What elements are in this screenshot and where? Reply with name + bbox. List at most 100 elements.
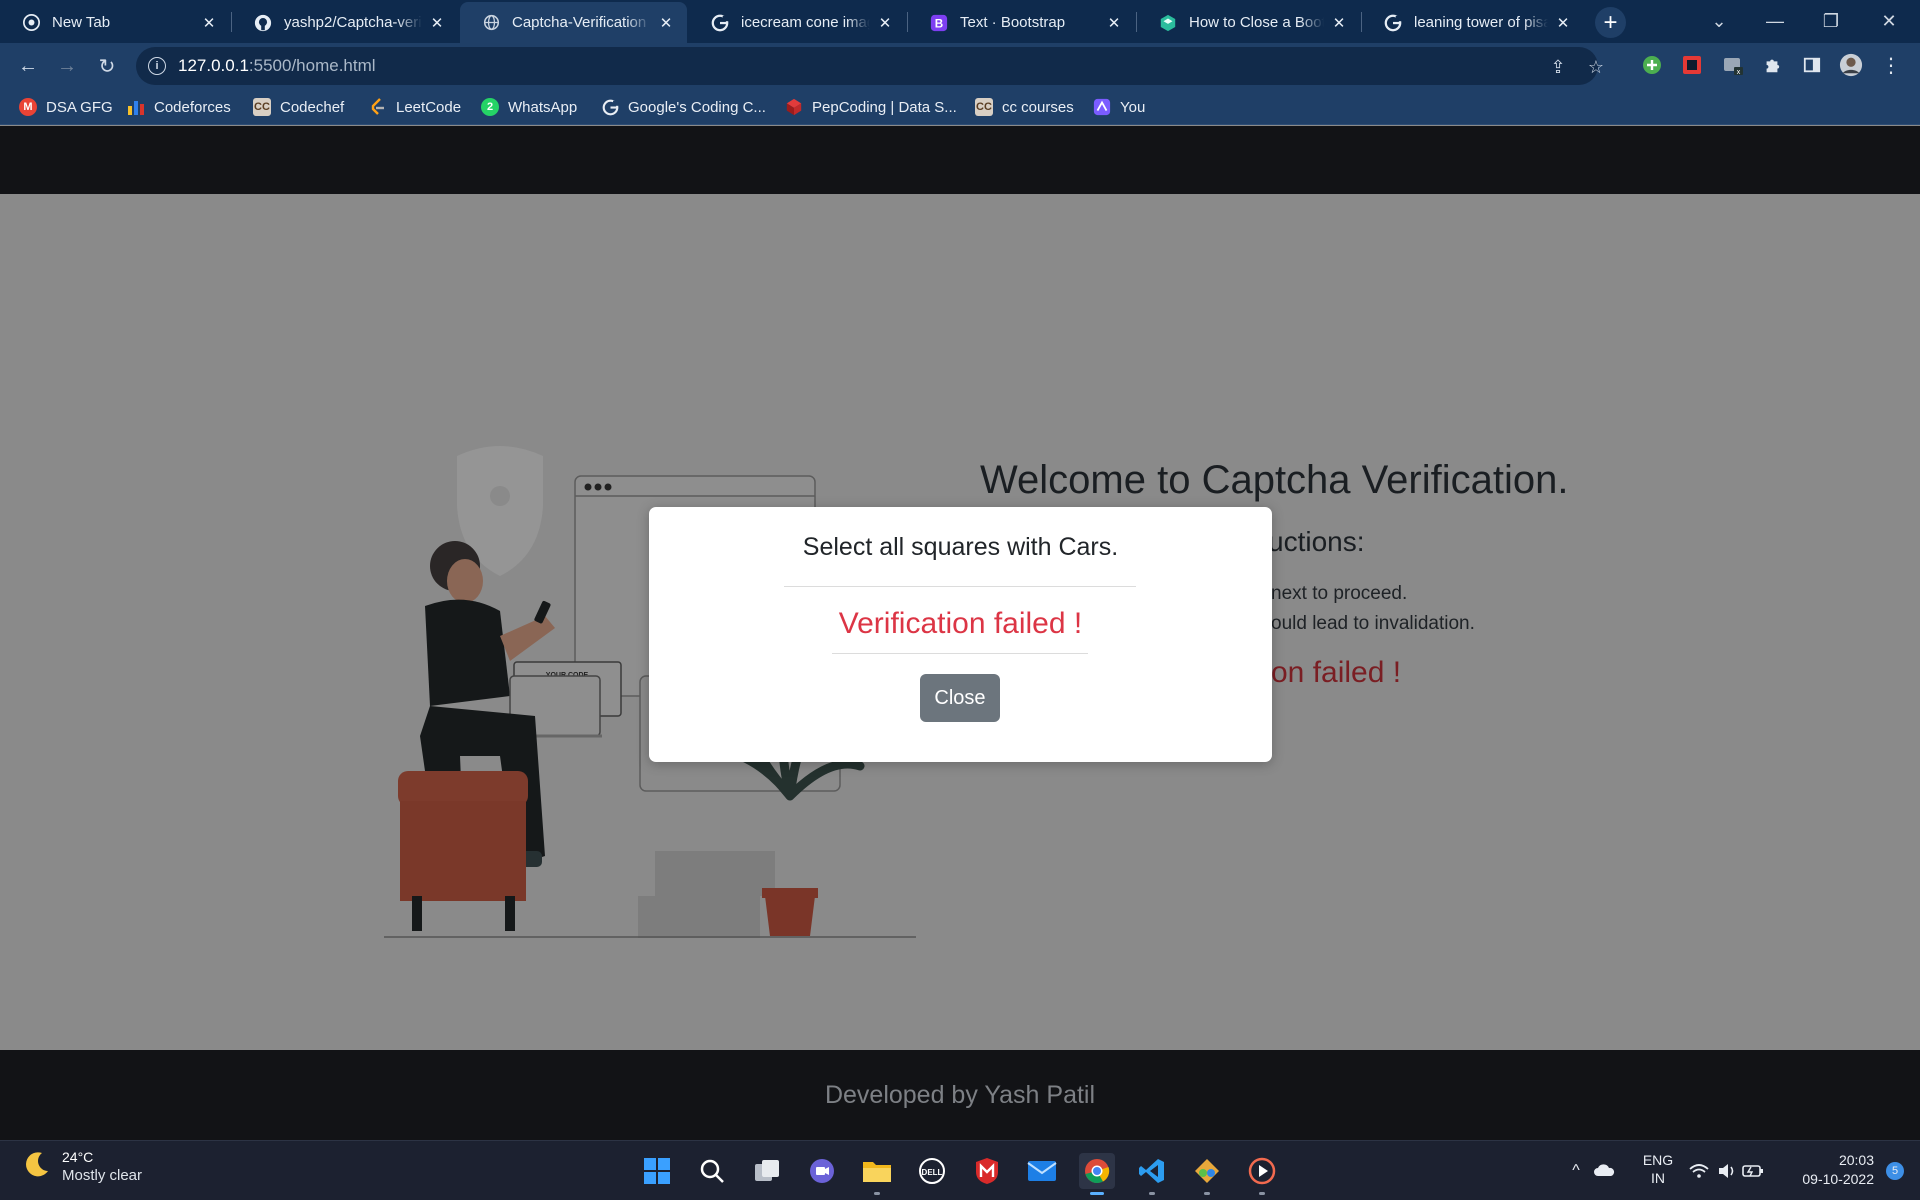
chrome-taskbar-button[interactable] <box>1079 1153 1115 1195</box>
info-icon[interactable]: i <box>148 57 166 75</box>
tab-icecream[interactable]: icecream cone images ✕ <box>689 2 906 43</box>
bookmark-label: cc courses <box>1002 98 1074 116</box>
play-icon <box>1248 1157 1276 1185</box>
clock-time: 20:03 <box>1838 1152 1874 1168</box>
forward-button[interactable]: → <box>51 50 83 82</box>
running-indicator <box>874 1192 880 1195</box>
bookmark-leetcode[interactable]: LeetCode <box>369 96 461 118</box>
start-button[interactable] <box>639 1153 675 1189</box>
reload-button[interactable]: ↻ <box>91 50 123 82</box>
tab-title: yashp2/Captcha-verification <box>284 14 422 31</box>
region-code: IN <box>1651 1170 1665 1186</box>
leetcode-icon <box>369 98 387 116</box>
mcafee-button[interactable] <box>969 1153 1005 1189</box>
onedrive-icon[interactable] <box>1592 1159 1616 1181</box>
weather-widget[interactable]: 24°C Mostly clear <box>22 1149 142 1184</box>
clock[interactable]: 20:03 09-10-2022 <box>1778 1151 1874 1189</box>
bookmark-label: DSA GFG <box>46 98 113 116</box>
close-icon[interactable]: ✕ <box>657 14 675 32</box>
svg-text:B: B <box>935 17 943 30</box>
chat-icon <box>810 1159 834 1183</box>
vscode-button[interactable] <box>1134 1153 1170 1195</box>
close-icon[interactable]: ✕ <box>1554 14 1572 32</box>
tab-search-button[interactable]: ⌄ <box>1696 6 1742 36</box>
language-indicator[interactable]: ENG IN <box>1638 1151 1678 1187</box>
avatar[interactable] <box>1839 53 1863 77</box>
bookmark-whatsapp[interactable]: 2 WhatsApp <box>481 96 577 118</box>
search-icon <box>700 1159 724 1183</box>
tab-title: Captcha-Verification <box>512 14 647 31</box>
minimize-icon: — <box>1766 10 1784 31</box>
tab-title: leaning tower of pisa <box>1414 14 1548 31</box>
media-player-button[interactable] <box>1244 1153 1280 1195</box>
chevron-up-icon[interactable]: ^ <box>1566 1161 1586 1181</box>
dell-app-button[interactable]: DELL <box>914 1153 950 1189</box>
menu-kebab-icon[interactable]: ⋮ <box>1879 53 1903 77</box>
captcha-modal: Select all squares with Cars. Verificati… <box>649 507 1272 762</box>
wifi-icon[interactable] <box>1688 1160 1710 1182</box>
close-icon[interactable]: ✕ <box>200 14 218 32</box>
verification-result: Verification failed ! <box>838 607 1083 640</box>
bookmark-codeforces[interactable]: Codeforces <box>127 96 231 118</box>
extension-pdf-icon[interactable] <box>1680 53 1704 77</box>
bookmark-cc-courses[interactable]: CC cc courses <box>975 96 1074 118</box>
mail-button[interactable] <box>1024 1153 1060 1189</box>
close-icon[interactable]: ✕ <box>1105 14 1123 32</box>
language-code: ENG <box>1642 1152 1674 1168</box>
search-button[interactable] <box>694 1153 730 1189</box>
extension-tabs-icon[interactable]: x <box>1721 53 1745 77</box>
running-indicator <box>1259 1192 1265 1195</box>
bookmark-pepcoding[interactable]: PepCoding | Data S... <box>785 96 957 118</box>
footer-credit: Developed by Yash Patil <box>824 1080 1096 1109</box>
battery-icon[interactable] <box>1742 1160 1764 1182</box>
bookmark-google-coding[interactable]: Google's Coding C... <box>601 96 766 118</box>
back-button[interactable]: ← <box>12 50 44 82</box>
instruction-line: ould lead to invalidation. <box>1271 613 1475 634</box>
close-icon[interactable]: ✕ <box>428 14 446 32</box>
notification-badge[interactable]: 5 <box>1886 1162 1904 1180</box>
share-icon[interactable]: ⇪ <box>1548 57 1568 77</box>
snipping-tool-button[interactable] <box>1189 1153 1225 1195</box>
running-indicator <box>1204 1192 1210 1195</box>
instruction-line: next to proceed. <box>1271 583 1408 604</box>
teams-chat-button[interactable] <box>804 1153 840 1189</box>
chevron-down-icon: ⌄ <box>1711 10 1727 31</box>
tab-captcha-verification[interactable]: Captcha-Verification ✕ <box>460 2 687 43</box>
close-button[interactable]: Close <box>920 674 1000 722</box>
tab-title: New Tab <box>52 14 111 31</box>
side-panel-icon[interactable] <box>1800 53 1824 77</box>
site-footer: Developed by Yash Patil <box>0 1050 1920 1140</box>
close-icon[interactable]: ✕ <box>1330 14 1348 32</box>
extensions-puzzle-icon[interactable] <box>1760 53 1784 77</box>
tab-pisa[interactable]: leaning tower of pisa ✕ <box>1362 2 1584 43</box>
tab-new-tab[interactable]: New Tab ✕ <box>0 2 230 43</box>
vscode-icon <box>1139 1159 1164 1183</box>
address-bar[interactable]: i 127.0.0.1:5500/home.html ⇪ ☆ <box>136 47 1604 85</box>
moon-icon <box>22 1149 52 1184</box>
bookmark-codechef[interactable]: CC Codechef <box>253 96 344 118</box>
modal-divider <box>832 653 1088 654</box>
bookmark-label: LeetCode <box>396 98 462 116</box>
close-window-button[interactable]: ✕ <box>1866 6 1912 36</box>
mail-icon <box>1027 1161 1057 1181</box>
star-icon[interactable]: ☆ <box>1586 57 1606 77</box>
task-view-button[interactable] <box>749 1153 785 1189</box>
codechef-icon: CC <box>253 98 271 116</box>
bookmark-you[interactable]: You <box>1093 96 1145 118</box>
tab-close-bootstrap[interactable]: How to Close a Bootstrap ✕ <box>1137 2 1360 43</box>
tab-github[interactable]: yashp2/Captcha-verification ✕ <box>232 2 458 43</box>
minimize-button[interactable]: — <box>1752 6 1798 36</box>
volume-icon[interactable] <box>1716 1160 1738 1182</box>
site-navbar <box>0 126 1920 194</box>
tab-title: Text · Bootstrap <box>960 14 1066 31</box>
close-icon[interactable]: ✕ <box>876 14 894 32</box>
new-tab-button[interactable]: + <box>1595 7 1626 38</box>
modal-title: Select all squares with Cars. <box>802 533 1119 561</box>
restore-button[interactable]: ❐ <box>1808 6 1854 36</box>
app-icon <box>1093 98 1111 116</box>
bookmark-dsa-gfg[interactable]: M DSA GFG <box>19 96 113 118</box>
extension-plus-icon[interactable] <box>1640 53 1664 77</box>
tab-bootstrap[interactable]: B Text · Bootstrap ✕ <box>908 2 1135 43</box>
plus-icon: + <box>1603 8 1618 36</box>
file-explorer-button[interactable] <box>859 1153 895 1195</box>
